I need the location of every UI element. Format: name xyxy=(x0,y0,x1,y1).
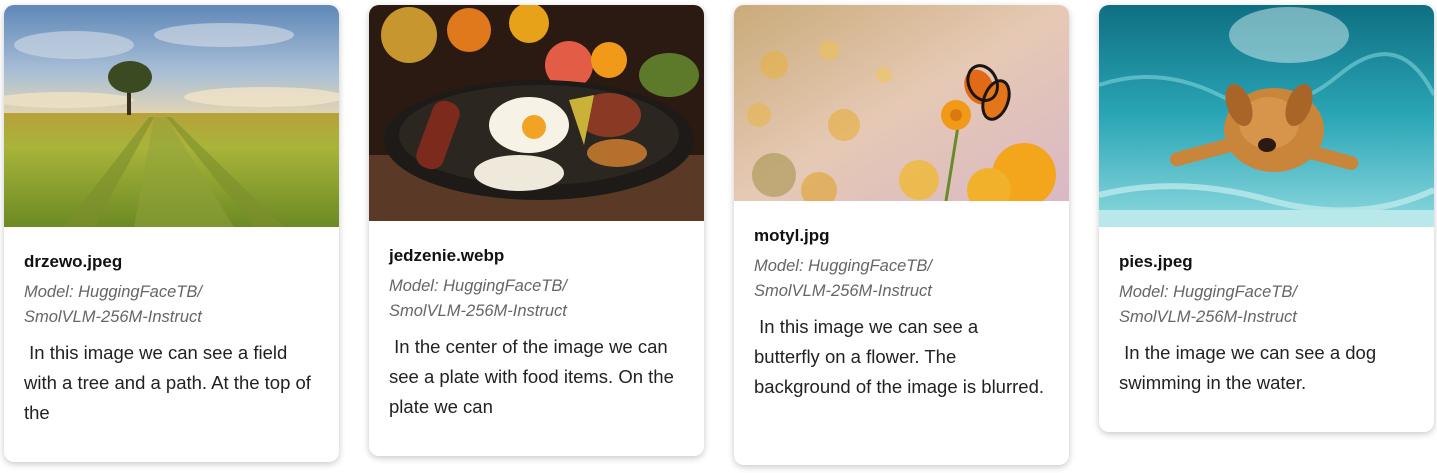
model-label-line-2: SmolVLM-256M-Instruct xyxy=(754,282,932,300)
dog-swimming-image xyxy=(1099,5,1434,227)
model-label: Model: HuggingFaceTB/ SmolVLM-256M-Instr… xyxy=(754,254,1049,304)
file-name: pies.jpeg xyxy=(1119,252,1193,271)
file-name: motyl.jpg xyxy=(754,226,830,245)
field-with-tree-image xyxy=(4,5,339,227)
model-label-line-1: Model: HuggingFaceTB/ xyxy=(1119,283,1297,301)
image-description: In this image we can see a butterfly on … xyxy=(754,316,1045,397)
image-description: In the image we can see a dog swimming i… xyxy=(1119,342,1382,393)
model-label-line-1: Model: HuggingFaceTB/ xyxy=(754,257,932,275)
model-label: Model: HuggingFaceTB/ SmolVLM-256M-Instr… xyxy=(1119,280,1414,330)
model-label-line-2: SmolVLM-256M-Instruct xyxy=(389,302,567,320)
image-card: motyl.jpg Model: HuggingFaceTB/ SmolVLM-… xyxy=(734,5,1069,465)
butterfly-image xyxy=(734,5,1069,201)
model-label-line-1: Model: HuggingFaceTB/ xyxy=(24,283,202,301)
model-label: Model: HuggingFaceTB/ SmolVLM-256M-Instr… xyxy=(389,274,684,324)
model-label: Model: HuggingFaceTB/ SmolVLM-256M-Instr… xyxy=(24,280,319,330)
image-description: In this image we can see a field with a … xyxy=(24,342,317,423)
food-plate-image xyxy=(369,5,704,221)
image-card: pies.jpeg Model: HuggingFaceTB/ SmolVLM-… xyxy=(1099,5,1434,432)
model-label-line-2: SmolVLM-256M-Instruct xyxy=(24,308,202,326)
image-card: jedzenie.webp Model: HuggingFaceTB/ Smol… xyxy=(369,5,704,456)
model-label-line-2: SmolVLM-256M-Instruct xyxy=(1119,308,1297,326)
file-name: drzewo.jpeg xyxy=(24,252,123,271)
image-description: In the center of the image we can see a … xyxy=(389,336,679,417)
image-card: drzewo.jpeg Model: HuggingFaceTB/ SmolVL… xyxy=(4,5,339,462)
file-name: jedzenie.webp xyxy=(389,246,505,265)
model-label-line-1: Model: HuggingFaceTB/ xyxy=(389,277,567,295)
